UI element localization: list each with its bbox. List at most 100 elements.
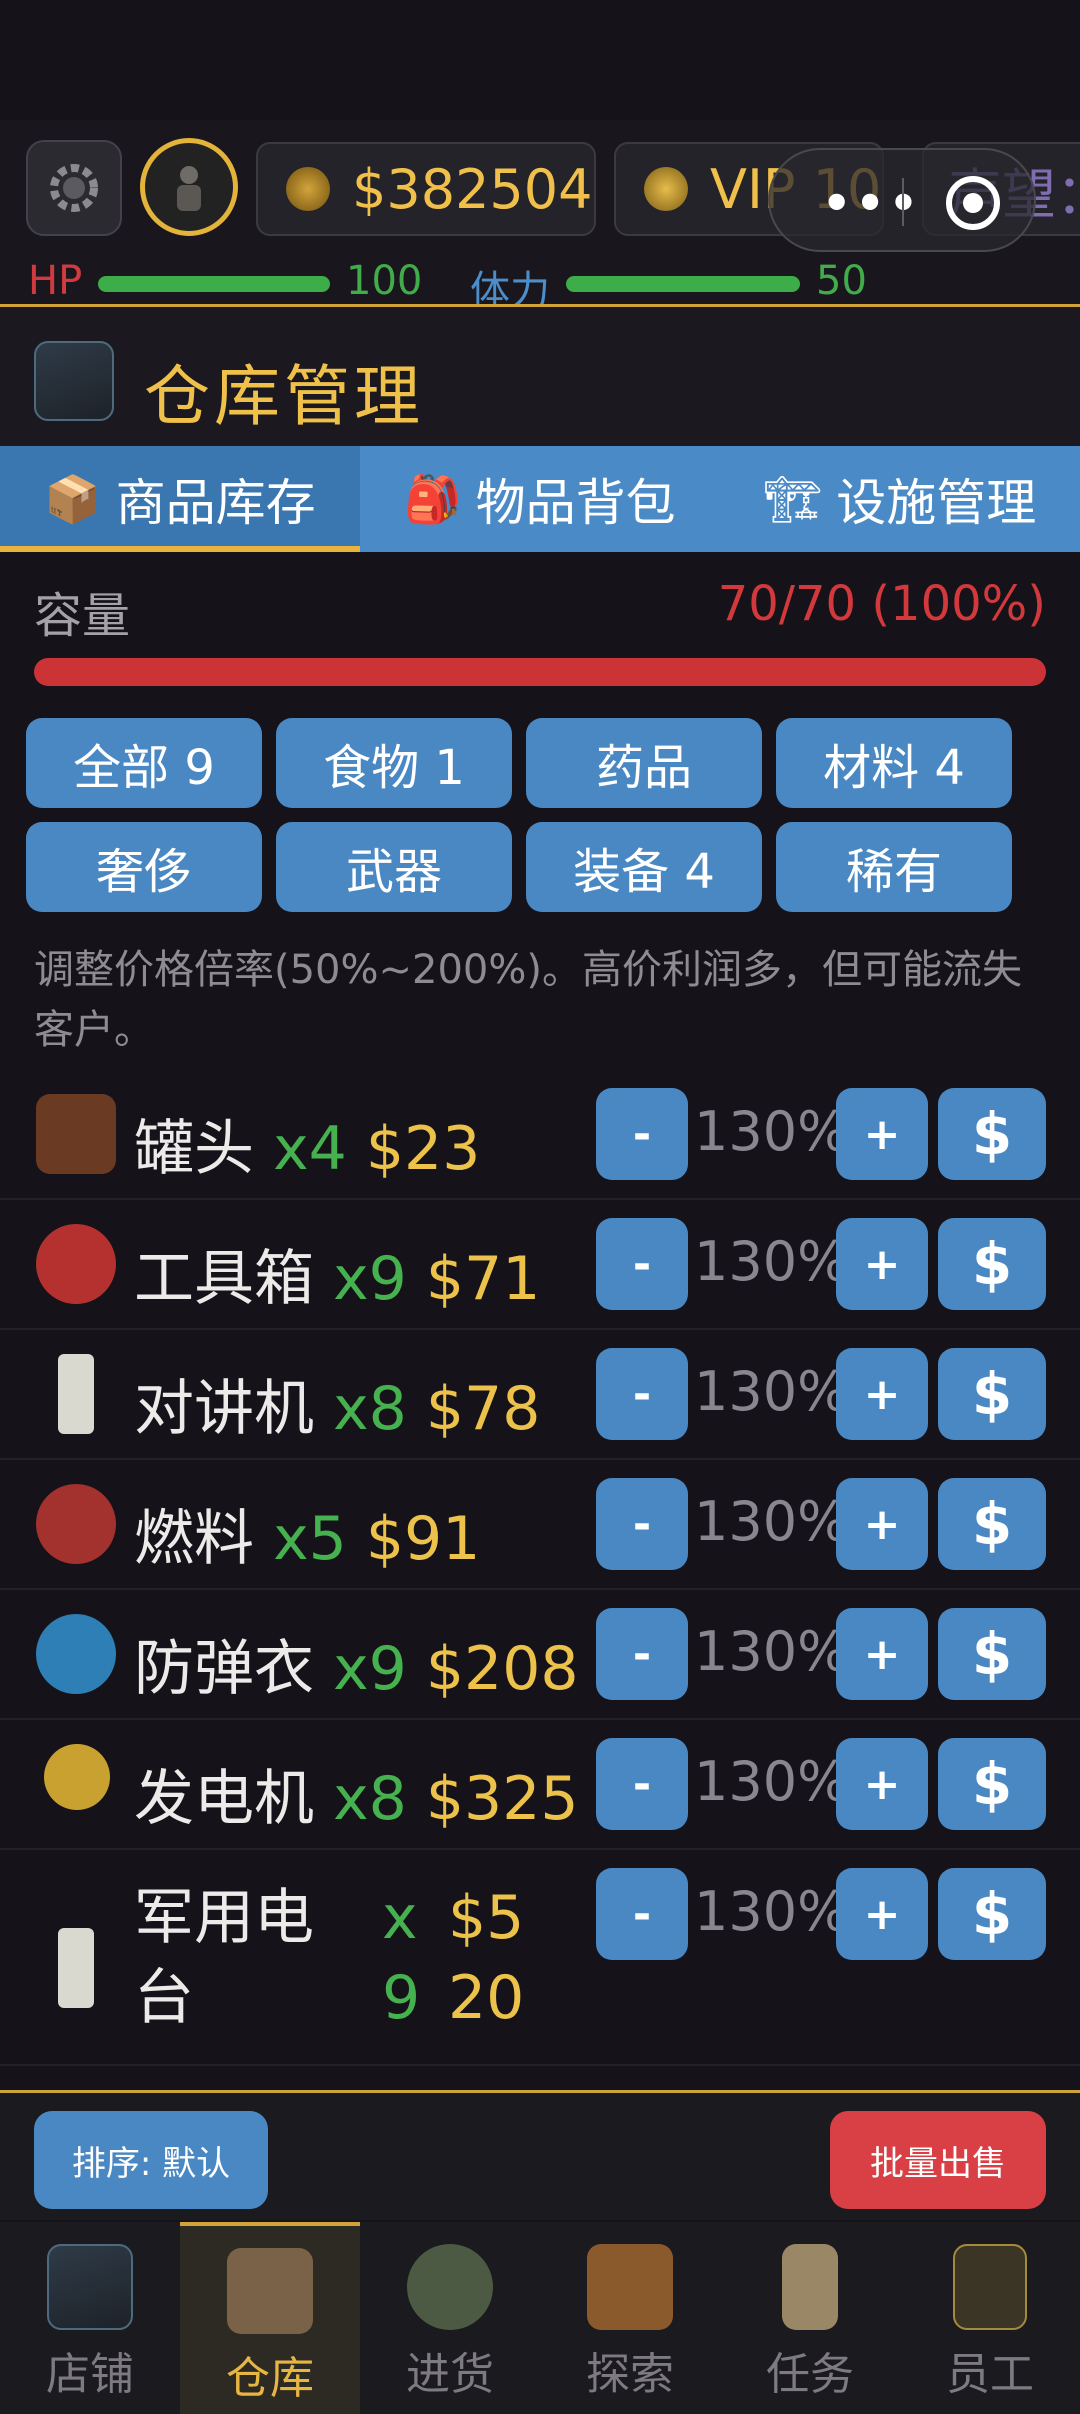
price-rate: 130%: [694, 1230, 849, 1293]
filter-equipment[interactable]: 装备 4: [526, 822, 762, 912]
increase-button[interactable]: +: [836, 1868, 928, 1960]
bulk-sell-button[interactable]: 批量出售: [830, 2111, 1046, 2209]
increase-button[interactable]: +: [836, 1218, 928, 1310]
tab-label: 商品库存: [115, 474, 316, 532]
coin-icon: [286, 167, 330, 211]
nav-explore[interactable]: 探索: [540, 2222, 720, 2414]
price-rate: 130%: [694, 1100, 849, 1163]
tab-facilities[interactable]: 🏗 设施管理: [720, 446, 1080, 552]
filter-materials[interactable]: 材料 4: [776, 718, 1012, 808]
map-icon: [587, 2244, 673, 2330]
price-rate: 130%: [694, 1360, 849, 1423]
tab-inventory[interactable]: 📦 商品库存: [0, 446, 360, 552]
sell-button[interactable]: $: [938, 1088, 1046, 1180]
walkie-talkie-icon: [58, 1354, 94, 1434]
filter-rare[interactable]: 稀有: [776, 822, 1012, 912]
page-header: 仓库管理: [0, 304, 1080, 446]
shop-icon: [47, 2244, 133, 2330]
filter-medicine[interactable]: 药品: [526, 718, 762, 808]
close-target-icon[interactable]: [946, 176, 1000, 230]
decrease-button[interactable]: -: [596, 1218, 688, 1310]
increase-button[interactable]: +: [836, 1608, 928, 1700]
sort-button[interactable]: 排序: 默认: [34, 2111, 268, 2209]
filter-food[interactable]: 食物 1: [276, 718, 512, 808]
increase-button[interactable]: +: [836, 1088, 928, 1180]
fuel-icon: [36, 1484, 116, 1564]
item-price: $208: [425, 1634, 579, 1704]
increase-button[interactable]: +: [836, 1738, 928, 1830]
nav-tasks[interactable]: 任务: [720, 2222, 900, 2414]
item-price: $71: [425, 1244, 541, 1314]
item-qty: x9: [333, 1244, 407, 1314]
storefront-icon: [34, 341, 114, 421]
nav-staff[interactable]: 员工: [900, 2222, 1080, 2414]
increase-button[interactable]: +: [836, 1478, 928, 1570]
player-avatar[interactable]: [140, 138, 238, 236]
item-name: 燃料: [134, 1504, 254, 1574]
mini-program-capsule: •••: [768, 148, 1036, 252]
nav-label: 探索: [586, 2349, 674, 2400]
nav-warehouse[interactable]: 仓库: [180, 2222, 360, 2414]
table-row: 防弹衣 x9 $208 - 130% + $: [0, 1590, 1080, 1720]
radio-icon: [58, 1928, 94, 2008]
nav-label: 任务: [766, 2349, 854, 2400]
decrease-button[interactable]: -: [596, 1478, 688, 1570]
price-rate: 130%: [694, 1620, 849, 1683]
item-qty: x9: [333, 1634, 407, 1704]
sell-button[interactable]: $: [938, 1218, 1046, 1310]
warehouse-crate-icon: [227, 2248, 313, 2334]
sell-button[interactable]: $: [938, 1868, 1046, 1960]
filter-weapons[interactable]: 武器: [276, 822, 512, 912]
item-qty: x8: [333, 1374, 407, 1444]
hp-value: 100: [346, 258, 423, 304]
team-icon: [953, 2244, 1027, 2330]
decrease-button[interactable]: -: [596, 1088, 688, 1180]
price-rate: 130%: [694, 1880, 849, 1943]
nav-label: 员工: [946, 2349, 1034, 2400]
nav-restock[interactable]: 进货: [360, 2222, 540, 2414]
capacity-value: 70/70 (100%): [717, 576, 1046, 632]
can-icon: [36, 1094, 116, 1174]
item-name: 罐头: [134, 1114, 254, 1184]
sell-button[interactable]: $: [938, 1608, 1046, 1700]
settings-button[interactable]: [26, 140, 122, 236]
item-price: $23: [365, 1114, 481, 1184]
item-name-line2: 台: [134, 1963, 194, 2033]
table-row: 对讲机 x8 $78 - 130% + $: [0, 1330, 1080, 1460]
sell-button[interactable]: $: [938, 1478, 1046, 1570]
nav-shop[interactable]: 店铺: [0, 2222, 180, 2414]
tab-backpack[interactable]: 🎒 物品背包: [360, 446, 720, 552]
backpack-icon: 🎒: [404, 471, 462, 526]
item-price-line2: 20: [448, 1963, 525, 2033]
item-price: $78: [425, 1374, 541, 1444]
price-rate: 130%: [694, 1490, 849, 1553]
decrease-button[interactable]: -: [596, 1868, 688, 1960]
table-row: 工具箱 x9 $71 - 130% + $: [0, 1200, 1080, 1330]
table-row: 罐头 x4 $23 - 130% + $: [0, 1070, 1080, 1200]
item-qty: x: [382, 1883, 418, 1953]
decrease-button[interactable]: -: [596, 1348, 688, 1440]
bottom-nav: 店铺 仓库 进货 探索 任务 员工: [0, 2222, 1080, 2414]
table-row: 发电机 x8 $325 - 130% + $: [0, 1720, 1080, 1850]
sell-button[interactable]: $: [938, 1738, 1046, 1830]
crown-icon: [644, 167, 688, 211]
item-name-line1: 军用电: [134, 1883, 314, 1953]
increase-button[interactable]: +: [836, 1348, 928, 1440]
capacity-label: 容量: [34, 588, 131, 644]
crane-icon: 🏗: [763, 471, 823, 526]
tab-label: 设施管理: [836, 474, 1037, 532]
filter-all[interactable]: 全部 9: [26, 718, 262, 808]
sell-button[interactable]: $: [938, 1348, 1046, 1440]
stamina-bar: [566, 276, 800, 292]
decrease-button[interactable]: -: [596, 1738, 688, 1830]
hp-bar: [98, 276, 330, 292]
box-icon: 📦: [44, 471, 102, 526]
page-title: 仓库管理: [144, 358, 424, 435]
decrease-button[interactable]: -: [596, 1608, 688, 1700]
more-menu-icon[interactable]: •••: [822, 176, 922, 230]
price-rate: 130%: [694, 1750, 849, 1813]
toolbox-icon: [36, 1224, 116, 1304]
table-row: 燃料 x5 $91 - 130% + $: [0, 1460, 1080, 1590]
item-name: 工具箱: [134, 1244, 314, 1314]
filter-luxury[interactable]: 奢侈: [26, 822, 262, 912]
